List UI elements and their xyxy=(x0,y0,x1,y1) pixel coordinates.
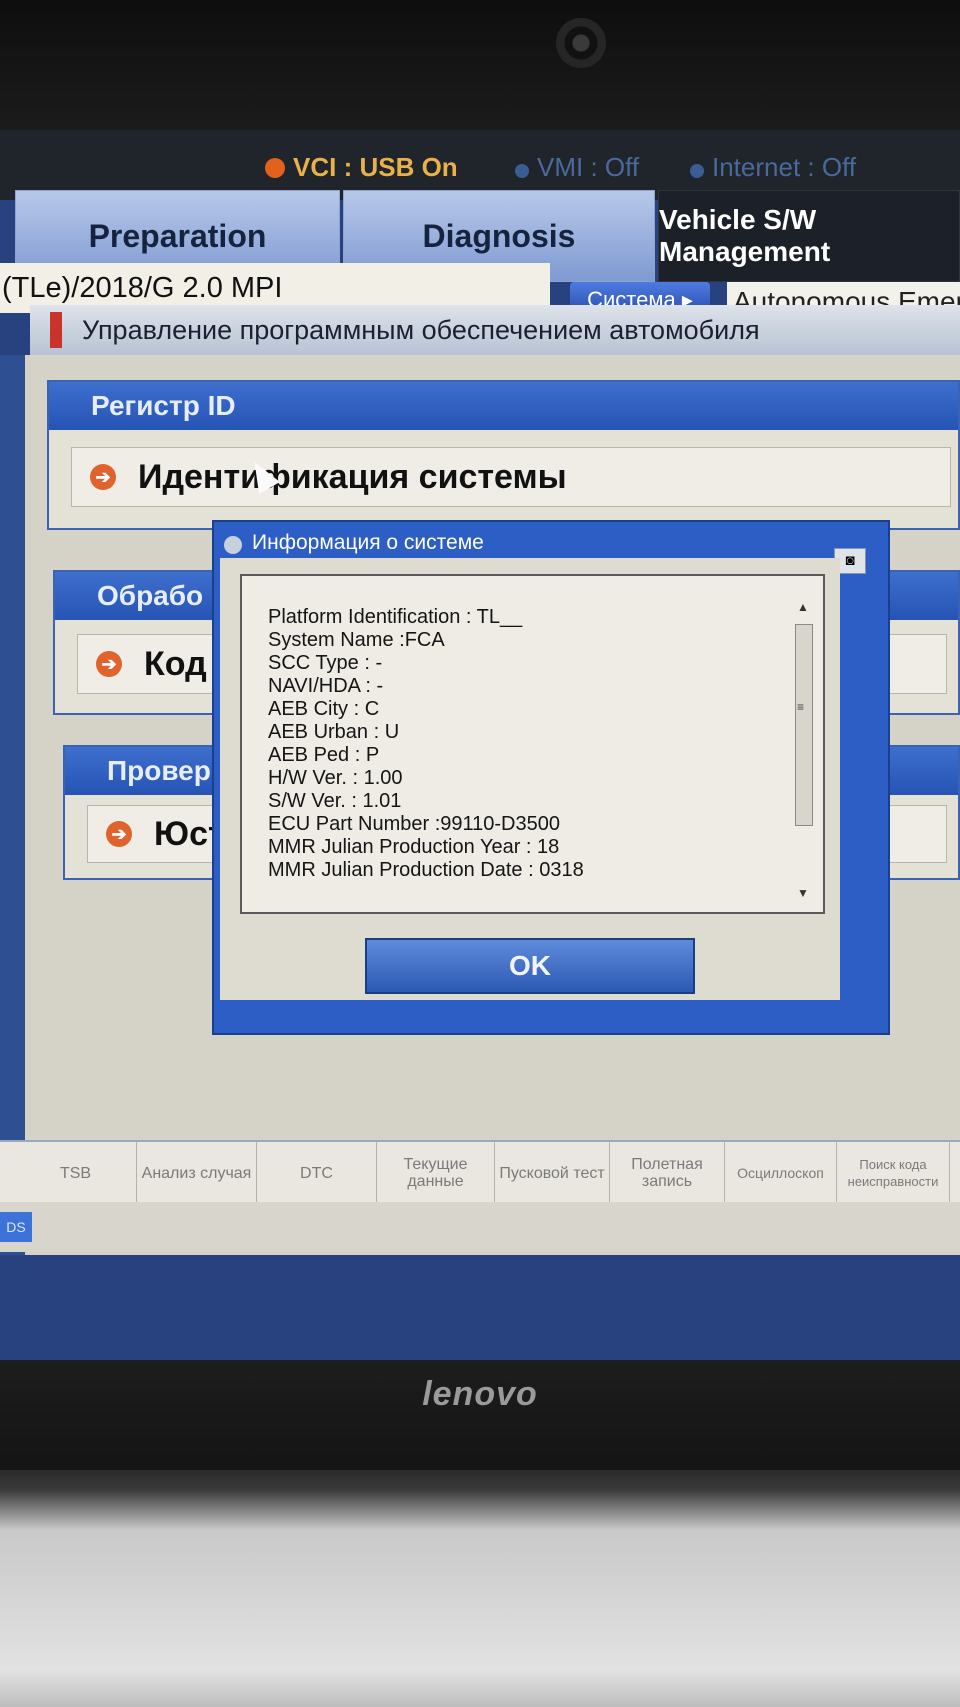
toolbar-case-analysis[interactable]: Анализ случая xyxy=(137,1142,257,1204)
toolbar-fault-code-search[interactable]: Поиск кода неисправности xyxy=(837,1142,950,1204)
laptop-top-bezel xyxy=(0,0,960,135)
info-line: SCC Type : - xyxy=(268,652,383,674)
bottom-toolbar: TSB Анализ случая DTC Текущие данные Пус… xyxy=(0,1140,960,1204)
vci-status-text: VCI : USB On xyxy=(293,152,458,182)
tab-vehicle-sw-management-label: Vehicle S/W Management xyxy=(659,204,831,267)
info-line: NAVI/HDA : - xyxy=(268,675,384,697)
lenovo-logo: lenovo xyxy=(422,1375,538,1413)
info-line: AEB Ped : P xyxy=(268,744,380,766)
internet-status-text: Internet : Off xyxy=(712,152,857,182)
info-line: S/W Ver. : 1.01 xyxy=(268,790,402,812)
tab-preparation-label: Preparation xyxy=(88,217,267,254)
footer-bar: DS xyxy=(0,1202,960,1252)
panel-title-marker xyxy=(50,312,62,348)
scroll-grip-icon: ≡ xyxy=(797,700,805,714)
scrollbar[interactable]: ▲ ≡ ▼ xyxy=(793,600,815,900)
dialog-body: Platform Identification : TL__ System Nam… xyxy=(220,558,840,1000)
tab-vehicle-sw-management[interactable]: Vehicle S/W Management xyxy=(658,190,960,282)
internet-status-icon xyxy=(690,164,704,178)
toolbar-flight-record[interactable]: Полетная запись xyxy=(610,1142,725,1204)
toolbar-oscilloscope[interactable]: Осциллоскоп xyxy=(725,1142,837,1204)
vmi-status: VMI : Off xyxy=(515,152,639,183)
menu-item-label: Идентификация системы xyxy=(138,457,567,496)
tab-diagnosis-label: Diagnosis xyxy=(422,217,576,254)
vci-status-icon xyxy=(265,158,285,178)
vmi-status-icon xyxy=(515,164,529,178)
panel-title: Управление программным обеспечением авто… xyxy=(30,305,960,355)
footer-badge: DS xyxy=(0,1212,32,1242)
info-line: MMR Julian Production Date : 0318 xyxy=(268,859,584,881)
toolbar-dtc[interactable]: DTC xyxy=(257,1142,377,1204)
info-line: AEB City : C xyxy=(268,698,380,720)
laptop-keyboard-deck xyxy=(0,1470,960,1707)
info-line: MMR Julian Production Year : 18 xyxy=(268,836,560,858)
vmi-status-text: VMI : Off xyxy=(537,152,640,182)
info-textbox: Platform Identification : TL__ System Nam… xyxy=(240,574,825,914)
scroll-thumb[interactable] xyxy=(795,624,813,826)
section-register-id: Регистр ID ➔ Идентификация системы xyxy=(47,380,960,530)
ok-button[interactable]: OK xyxy=(365,938,695,994)
toolbar-tsb[interactable]: TSB xyxy=(15,1142,137,1204)
menu-item-label: Код xyxy=(144,644,207,683)
arrow-right-icon: ➔ xyxy=(90,464,116,490)
system-info-dialog: Информация о системе ◙ Platform Identifi… xyxy=(212,520,890,1035)
info-line: H/W Ver. : 1.00 xyxy=(268,767,403,789)
internet-status: Internet : Off xyxy=(690,152,856,183)
scroll-up-icon[interactable]: ▲ xyxy=(797,600,809,614)
arrow-right-icon: ➔ xyxy=(106,821,132,847)
info-line: AEB Urban : U xyxy=(268,721,400,743)
section-header: Регистр ID xyxy=(49,382,958,430)
toolbar-current-data[interactable]: Текущие данные xyxy=(377,1142,495,1204)
webcam-icon xyxy=(556,18,606,68)
vci-status: VCI : USB On xyxy=(265,152,458,183)
arrow-right-icon: ➔ xyxy=(96,651,122,677)
info-line: System Name :FCA xyxy=(268,629,445,651)
info-line: ECU Part Number :99110-D3500 xyxy=(268,813,560,835)
info-lines: Platform Identification : TL__ System Nam… xyxy=(268,606,584,882)
scroll-down-icon[interactable]: ▼ xyxy=(797,886,809,900)
menu-item-system-identification[interactable]: ➔ Идентификация системы xyxy=(71,447,951,507)
info-line: Platform Identification : TL__ xyxy=(268,606,523,628)
toolbar-actuation-test[interactable]: Пусковой тест xyxy=(495,1142,610,1204)
